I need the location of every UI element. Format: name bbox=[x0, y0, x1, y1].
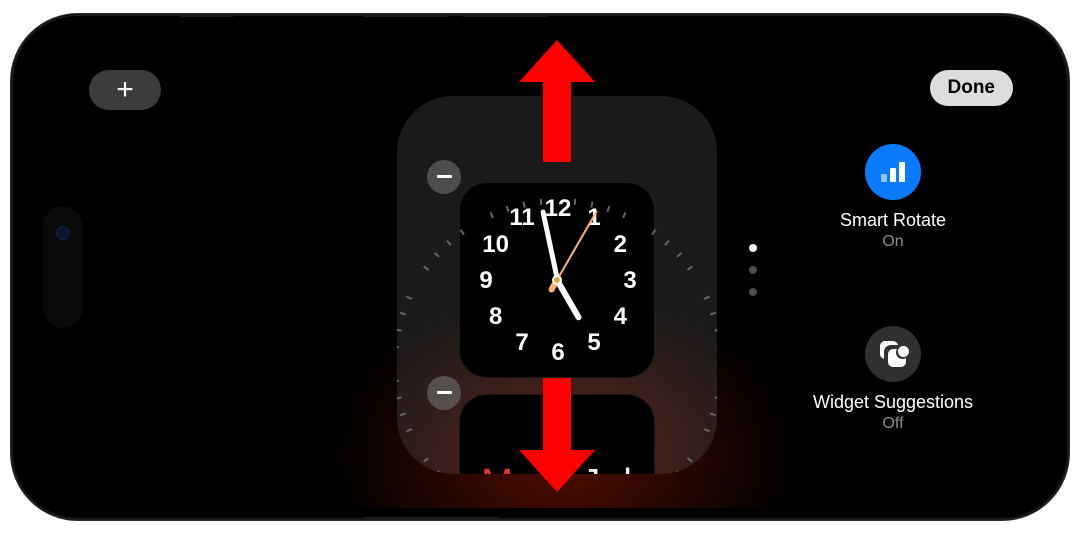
clock-number: 4 bbox=[614, 303, 627, 331]
screen: + Done 121234567891011 Mon, Jul Smart Ro… bbox=[23, 26, 1057, 508]
pager-dot bbox=[749, 266, 757, 274]
clock-widget[interactable]: 12 12 3 45678 9 1011 bbox=[459, 182, 655, 378]
add-widget-button[interactable]: + bbox=[89, 70, 161, 110]
remove-widget-clock-button[interactable] bbox=[427, 160, 461, 194]
clock-face: 12 12 3 45678 9 1011 bbox=[466, 189, 648, 371]
pager-dot bbox=[749, 288, 757, 296]
clock-number: 10 bbox=[482, 231, 509, 259]
remove-widget-calendar-button[interactable] bbox=[427, 376, 461, 410]
widget-suggestions-status: Off bbox=[785, 415, 1001, 433]
smart-rotate-title: Smart Rotate bbox=[785, 210, 1001, 231]
clock-number: 6 bbox=[551, 339, 564, 367]
clock-number: 7 bbox=[515, 329, 528, 357]
physical-action-button bbox=[179, 13, 235, 17]
clock-number: 5 bbox=[587, 329, 600, 357]
clock-number: 12 bbox=[545, 195, 572, 223]
done-button[interactable]: Done bbox=[930, 70, 1014, 106]
swipe-up-arrow-icon bbox=[543, 74, 571, 162]
add-stack-icon bbox=[880, 341, 906, 367]
clock-number: 3 bbox=[623, 267, 636, 295]
smart-rotate-option: Smart Rotate On bbox=[785, 144, 1001, 251]
pager-dot bbox=[749, 244, 757, 252]
physical-side-button bbox=[361, 517, 501, 521]
clock-number: 8 bbox=[489, 303, 502, 331]
physical-volume-up bbox=[361, 13, 449, 17]
physical-volume-down bbox=[461, 13, 549, 17]
dynamic-island bbox=[43, 206, 83, 328]
widget-pager-dots bbox=[749, 244, 757, 296]
widget-suggestions-title: Widget Suggestions bbox=[785, 392, 1001, 413]
clock-number: 1 bbox=[587, 204, 600, 232]
bars-icon bbox=[881, 162, 905, 182]
widget-suggestions-option: Widget Suggestions Off bbox=[785, 326, 1001, 433]
swipe-down-arrow-icon bbox=[543, 378, 571, 458]
widget-suggestions-toggle[interactable] bbox=[865, 326, 921, 382]
clock-number: 9 bbox=[479, 267, 492, 295]
front-camera bbox=[56, 226, 70, 240]
clock-number: 11 bbox=[509, 204, 534, 232]
phone-frame: + Done 121234567891011 Mon, Jul Smart Ro… bbox=[10, 13, 1070, 521]
smart-rotate-toggle[interactable] bbox=[865, 144, 921, 200]
smart-rotate-status: On bbox=[785, 233, 1001, 251]
clock-number: 2 bbox=[614, 231, 627, 259]
